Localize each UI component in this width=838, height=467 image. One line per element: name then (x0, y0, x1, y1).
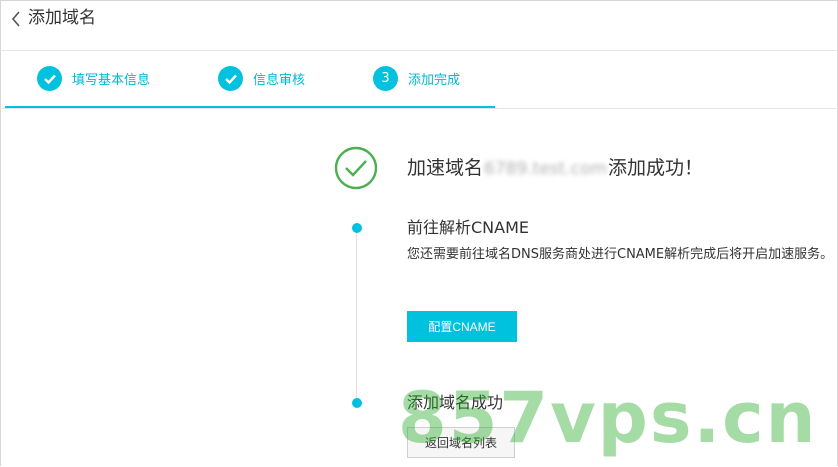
timeline-dot (352, 398, 362, 408)
page-title: 添加域名 (28, 8, 96, 28)
step-3: 3 添加完成 (341, 51, 495, 108)
timeline-line (356, 228, 357, 403)
success-message: 加速域名6789.test.com添加成功！ (407, 155, 703, 182)
step-2: 信息审核 (186, 51, 341, 106)
cname-section-description: 您还需要前往域名DNS服务商处进行CNAME解析完成后将开启加速服务。 (407, 247, 834, 262)
done-section-title: 添加域名成功 (407, 393, 504, 412)
timeline-dot (352, 223, 362, 233)
step-label: 填写基本信息 (72, 73, 151, 88)
step-label: 添加完成 (408, 73, 461, 88)
success-suffix: 添加成功！ (608, 157, 704, 179)
back-to-domain-list-button[interactable]: 返回域名列表 (407, 427, 515, 458)
check-circle-icon (334, 146, 378, 190)
page-header: 添加域名 (0, 0, 836, 51)
chevron-left-icon (11, 11, 20, 27)
domain-name: 6789.test.com (484, 159, 608, 179)
back-button[interactable] (6, 8, 26, 30)
success-prefix: 加速域名 (407, 157, 484, 179)
cname-section-title: 前往解析CNAME (407, 218, 530, 237)
check-icon (218, 66, 243, 91)
check-icon (37, 66, 62, 91)
step-number: 3 (373, 66, 398, 91)
configure-cname-button[interactable]: 配置CNAME (407, 311, 517, 342)
step-label: 信息审核 (253, 73, 306, 88)
step-indicator: 填写基本信息 信息审核 3 添加完成 (0, 51, 836, 109)
